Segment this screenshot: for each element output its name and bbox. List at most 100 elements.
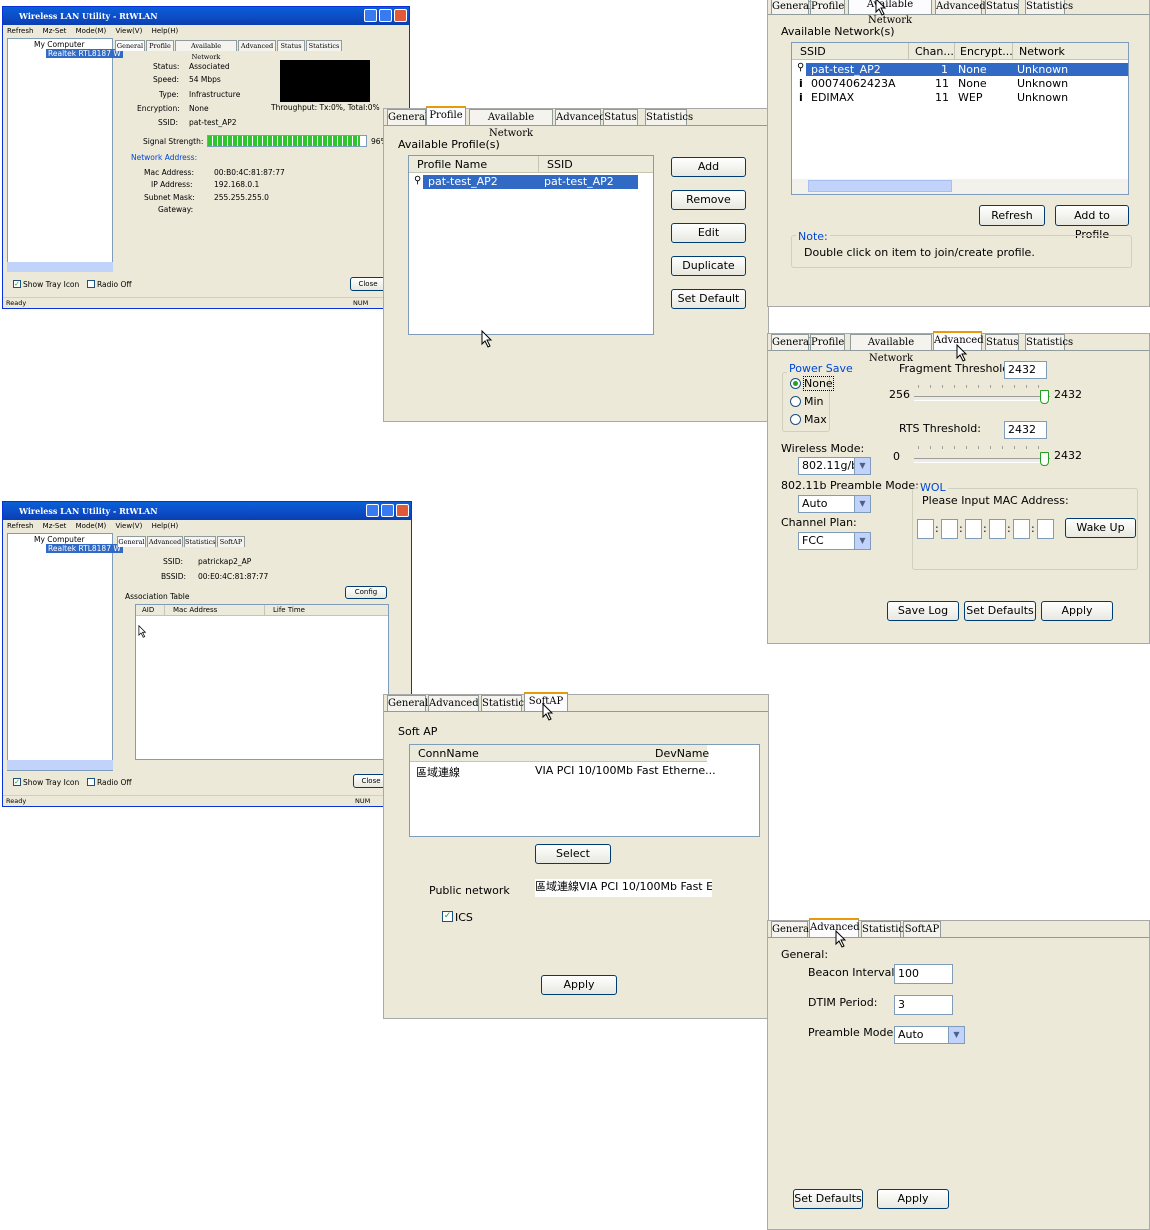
tab-statistics[interactable]: Statistics [184, 536, 216, 547]
apply-button[interactable]: Apply [541, 975, 617, 995]
tab-general[interactable]: General [115, 40, 145, 51]
chevron-down-icon[interactable]: ▼ [948, 1027, 964, 1043]
show-tray-checkbox[interactable]: ✓ [13, 778, 21, 786]
close-button[interactable]: Close [350, 277, 386, 291]
duplicate-button[interactable]: Duplicate [671, 256, 746, 276]
col-profile-name[interactable]: Profile Name [409, 156, 538, 173]
maximize-icon[interactable] [379, 9, 392, 22]
add-button[interactable]: Add [671, 157, 746, 177]
select-button[interactable]: Select [535, 844, 611, 864]
scroll-thumb[interactable] [808, 180, 952, 192]
tab-status[interactable]: Status [985, 334, 1019, 350]
menu-view[interactable]: View(V) [115, 522, 142, 530]
chevron-down-icon[interactable]: ▼ [854, 533, 870, 549]
close-icon[interactable] [394, 9, 407, 22]
ics-checkbox[interactable]: ✓ [442, 911, 453, 922]
mac-octet-3[interactable] [965, 519, 982, 539]
mac-octet-2[interactable] [941, 519, 958, 539]
menu-view[interactable]: View(V) [115, 27, 142, 35]
chevron-down-icon[interactable]: ▼ [854, 458, 870, 474]
tab-status[interactable]: Status [985, 0, 1019, 14]
preamble-mode-select[interactable]: Auto ▼ [894, 1026, 965, 1044]
preamble-select[interactable]: Auto ▼ [798, 495, 871, 513]
tab-advanced[interactable]: Advanced [238, 40, 276, 51]
mac-octet-6[interactable] [1037, 519, 1054, 539]
menu-mode[interactable]: Mode(M) [76, 522, 107, 530]
set-defaults-button[interactable]: Set Defaults [964, 601, 1036, 621]
fragment-slider[interactable] [914, 396, 1050, 401]
tab-profile[interactable]: Profile [426, 106, 466, 125]
apply-button[interactable]: Apply [1041, 601, 1113, 621]
refresh-button[interactable]: Refresh [979, 205, 1045, 226]
col-auth[interactable]: Network Authenticati... [1012, 43, 1128, 75]
radio-off-checkbox[interactable] [87, 280, 95, 288]
tab-general[interactable]: General [771, 334, 812, 350]
rts-slider-thumb[interactable] [1040, 452, 1049, 466]
wireless-mode-select[interactable]: 802.11g/b ▼ [798, 457, 871, 475]
menu-mzset[interactable]: Mz-Set [43, 27, 67, 35]
tab-general[interactable]: General [387, 695, 428, 711]
tree-my-computer[interactable]: My Computer [34, 535, 85, 544]
horizontal-scrollbar[interactable] [792, 179, 1128, 194]
edit-button[interactable]: Edit [671, 223, 746, 243]
tab-available-network[interactable]: Available Network [848, 0, 932, 26]
col-aid[interactable]: AID [136, 605, 164, 616]
minimize-icon[interactable] [366, 504, 379, 517]
tab-statistics[interactable]: Statistics [481, 695, 529, 711]
fragment-threshold-input[interactable]: 2432 [1004, 361, 1047, 379]
tab-general[interactable]: General [771, 921, 812, 937]
tab-profile[interactable]: Profile [810, 334, 845, 350]
tree-my-computer[interactable]: My Computer [34, 40, 85, 49]
menu-mode[interactable]: Mode(M) [76, 27, 107, 35]
tab-statistics[interactable]: Statistics [1025, 334, 1073, 350]
wake-up-button[interactable]: Wake Up [1065, 518, 1136, 538]
tree-scrollbar[interactable] [7, 262, 113, 272]
beacon-interval-input[interactable]: 100 [894, 964, 953, 984]
tab-softap[interactable]: SoftAP [903, 921, 941, 937]
tab-softap[interactable]: SoftAP [217, 536, 245, 547]
tab-profile[interactable]: Profile [810, 0, 845, 14]
col-mac-address[interactable]: Mac Address [164, 605, 264, 616]
tab-advanced[interactable]: Advanced [809, 918, 860, 937]
maximize-icon[interactable] [381, 504, 394, 517]
rts-threshold-input[interactable]: 2432 [1004, 421, 1047, 439]
tab-statistics[interactable]: Statistics [306, 40, 342, 51]
conn-row-name[interactable]: 區域連線 [416, 764, 460, 780]
apply-button[interactable]: Apply [877, 1189, 949, 1209]
tab-status[interactable]: Status [277, 40, 305, 51]
col-dev-name[interactable]: DevName [527, 745, 709, 762]
row2-ssid[interactable]: 00074062423A [811, 77, 896, 90]
tab-status[interactable]: Status [603, 109, 638, 125]
tab-advanced[interactable]: Advanced [555, 109, 606, 125]
tab-advanced[interactable]: Advanced [147, 536, 183, 547]
power-min-radio[interactable] [790, 396, 801, 407]
tab-available-network[interactable]: Available Network [850, 334, 932, 364]
mac-octet-5[interactable] [1013, 519, 1030, 539]
profile-row[interactable]: pat-test_AP2 pat-test_AP2 [423, 175, 638, 189]
add-to-profile-button[interactable]: Add to Profile [1055, 205, 1129, 241]
mac-octet-1[interactable] [917, 519, 934, 539]
menu-help[interactable]: Help(H) [152, 522, 179, 530]
set-default-button[interactable]: Set Default [671, 289, 746, 309]
col-ssid[interactable]: SSID [792, 43, 908, 60]
tab-general[interactable]: General [387, 109, 428, 125]
tab-available-network[interactable]: Available Network [175, 40, 237, 61]
tree-adapter[interactable]: Realtek RTL8187 W [46, 544, 123, 553]
menu-mzset[interactable]: Mz-Set [43, 522, 67, 530]
tab-statistics[interactable]: Statistics [645, 109, 693, 125]
remove-button[interactable]: Remove [671, 190, 746, 210]
col-channel[interactable]: Chan... [908, 43, 954, 60]
mac-octet-4[interactable] [989, 519, 1006, 539]
save-log-button[interactable]: Save Log [887, 601, 959, 621]
tab-statistics[interactable]: Statistics [861, 921, 909, 937]
tree-scrollbar[interactable] [7, 760, 113, 770]
tab-general[interactable]: General [771, 0, 812, 14]
radio-off-checkbox[interactable] [87, 778, 95, 786]
row3-ssid[interactable]: EDIMAX [811, 91, 854, 104]
menu-refresh[interactable]: Refresh [7, 522, 33, 530]
menu-help[interactable]: Help(H) [152, 27, 179, 35]
tab-advanced[interactable]: Advanced [935, 0, 986, 14]
tree-adapter[interactable]: Realtek RTL8187 W [46, 49, 123, 58]
dtim-period-input[interactable]: 3 [894, 995, 953, 1015]
tab-statistics[interactable]: Statistics [1025, 0, 1073, 14]
